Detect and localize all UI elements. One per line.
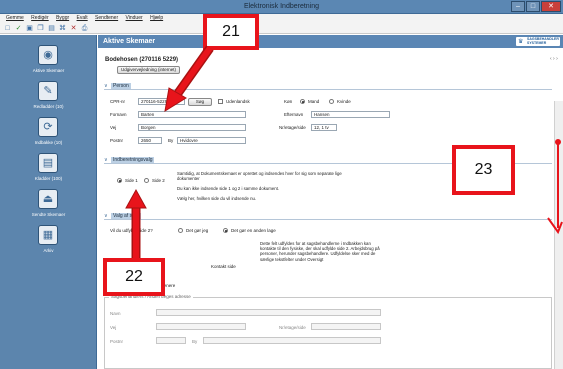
arrow-22-icon xyxy=(125,188,147,258)
annotation-arrows xyxy=(125,45,563,258)
arrow-23-icon xyxy=(547,139,563,235)
arrow-21-icon xyxy=(164,45,214,113)
